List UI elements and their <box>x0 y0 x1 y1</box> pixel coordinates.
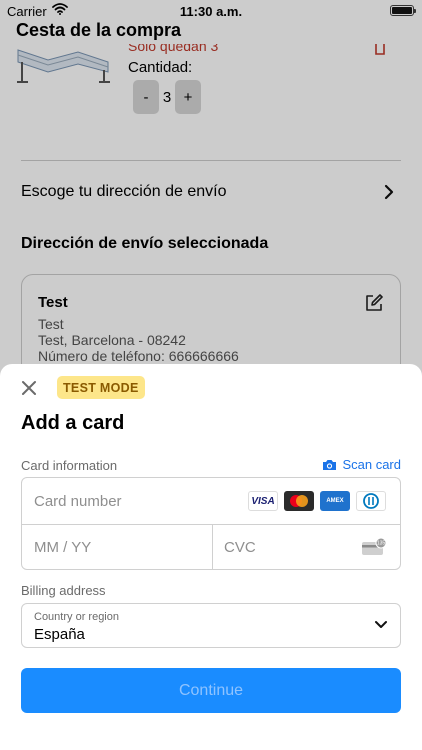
battery-icon <box>390 5 416 16</box>
cvc-card-icon: 135 <box>362 538 387 555</box>
country-select[interactable]: Country or region España <box>21 603 401 648</box>
diners-icon <box>356 491 386 511</box>
billing-address-label: Billing address <box>21 583 106 598</box>
sheet-title: Add a card <box>21 412 125 434</box>
chevron-down-icon <box>375 621 387 628</box>
close-icon[interactable] <box>20 379 38 397</box>
card-information-box: Card number VISA AMEX MM / YY CVC 135 <box>21 477 401 570</box>
amex-icon: AMEX <box>320 491 350 511</box>
cvc-input[interactable]: CVC <box>224 539 256 556</box>
scan-card-label: Scan card <box>342 457 401 472</box>
svg-text:135: 135 <box>377 541 386 547</box>
country-label: Country or region <box>34 611 119 623</box>
expiry-input[interactable]: MM / YY <box>34 539 91 556</box>
card-number-input[interactable]: Card number <box>34 493 122 510</box>
add-card-sheet: TEST MODE Add a card Card information Sc… <box>0 364 422 750</box>
card-brand-logos: VISA AMEX <box>248 491 386 511</box>
test-mode-badge: TEST MODE <box>57 376 145 399</box>
mastercard-icon <box>284 491 314 511</box>
status-time: 11:30 a.m. <box>179 4 243 19</box>
status-bar: Carrier 11:30 a.m. <box>0 0 422 22</box>
card-information-label: Card information <box>21 458 118 473</box>
camera-icon <box>323 459 337 470</box>
visa-icon: VISA <box>248 491 278 511</box>
country-value: España <box>34 626 85 643</box>
divider <box>22 524 400 525</box>
scan-card-button[interactable]: Scan card <box>322 457 401 472</box>
continue-button[interactable]: Continue <box>21 668 401 713</box>
divider <box>212 524 213 570</box>
